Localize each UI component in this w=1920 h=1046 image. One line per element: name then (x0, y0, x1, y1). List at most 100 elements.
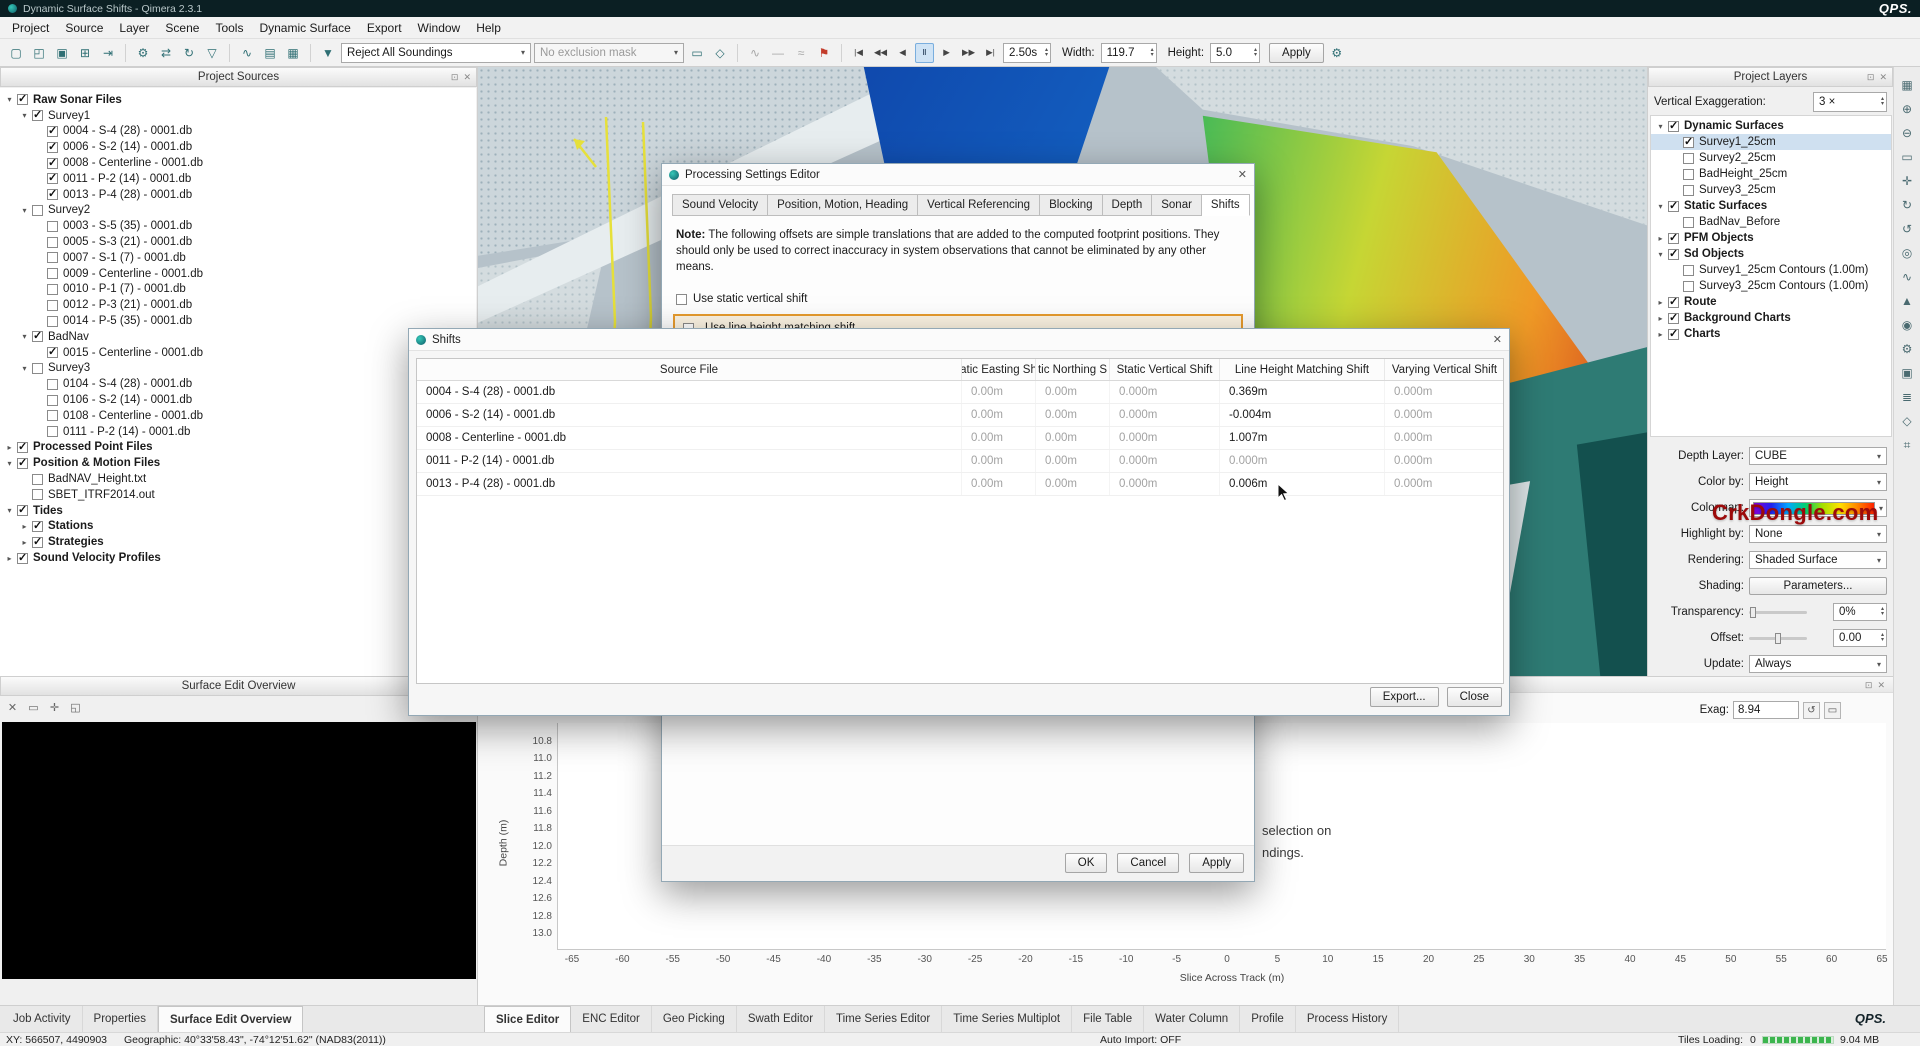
tab-position-motion-heading[interactable]: Position, Motion, Heading (768, 194, 918, 216)
slider-knob[interactable] (1750, 607, 1756, 618)
checkbox[interactable] (1668, 329, 1679, 340)
source-item-sound-velocity-profiles[interactable]: ▸Sound Velocity Profiles (0, 550, 476, 566)
checkbox[interactable] (47, 284, 58, 295)
undock-panel-icon[interactable]: ⊡ (1865, 680, 1873, 691)
checkbox[interactable] (47, 300, 58, 311)
tab-sonar[interactable]: Sonar (1152, 194, 1202, 216)
apply-button[interactable]: Apply (1269, 43, 1324, 63)
source-item-tides[interactable]: ▾Tides (0, 503, 476, 519)
checkbox[interactable] (1683, 153, 1694, 164)
rendering-select[interactable]: Shaded Surface▾ (1749, 551, 1887, 569)
menu-layer[interactable]: Layer (111, 19, 157, 37)
spline-tool-icon[interactable]: ≈ (791, 43, 811, 63)
undock-panel-icon[interactable]: ⊡ (1867, 72, 1875, 82)
expander-icon[interactable]: ▸ (19, 538, 30, 547)
checkbox[interactable] (32, 363, 43, 374)
expander-icon[interactable]: ▸ (1655, 298, 1666, 307)
poly-select-icon[interactable]: ◇ (710, 43, 730, 63)
shifts-dialog-titlebar[interactable]: Shifts ✕ (409, 329, 1509, 351)
tab-slice-editor[interactable]: Slice Editor (484, 1006, 571, 1032)
close-panel-icon[interactable]: ✕ (1877, 680, 1885, 691)
layer-item-survey1-25cm[interactable]: Survey1_25cm (1651, 134, 1891, 150)
layer-item-survey1-25cm-contours-1-00m[interactable]: Survey1_25cm Contours (1.00m) (1651, 262, 1891, 278)
shifts-table-row[interactable]: 0008 - Centerline - 0001.db0.00m0.00m0.0… (417, 427, 1503, 450)
expander-icon[interactable]: ▸ (1655, 314, 1666, 323)
swath-display-icon[interactable]: ▤ (260, 43, 280, 63)
source-item-sbet-itrf2014-out[interactable]: SBET_ITRF2014.out (0, 487, 476, 503)
tab-vertical-referencing[interactable]: Vertical Referencing (918, 194, 1040, 216)
filter-soundings-icon[interactable]: ▽ (202, 43, 222, 63)
height-input[interactable]: 5.0▴▾ (1210, 43, 1260, 63)
source-item-0104-s-4-28-0001-db[interactable]: 0104 - S-4 (28) - 0001.db (0, 376, 476, 392)
fast-forward-button[interactable]: ▶▶ (959, 43, 978, 63)
ok-button[interactable]: OK (1065, 853, 1108, 873)
source-item-0005-s-3-21-0001-db[interactable]: 0005 - S-3 (21) - 0001.db (0, 234, 476, 250)
update-select[interactable]: Always▾ (1749, 655, 1887, 673)
menu-help[interactable]: Help (468, 19, 509, 37)
checkbox[interactable] (47, 268, 58, 279)
checkbox[interactable] (47, 189, 58, 200)
column-header-tic-northing-s[interactable]: tic Northing S (1036, 359, 1110, 380)
checkbox[interactable] (32, 521, 43, 532)
grid-view-icon[interactable]: ▦ (1897, 75, 1917, 95)
spinner-arrows-icon[interactable]: ▴▾ (1042, 48, 1048, 58)
tab-surface-edit-overview[interactable]: Surface Edit Overview (158, 1006, 303, 1032)
menu-project[interactable]: Project (4, 19, 57, 37)
vertical-exaggeration-input[interactable]: 3 ×▴▾ (1813, 92, 1887, 112)
source-item-badnav[interactable]: ▾BadNav (0, 329, 476, 345)
playback-interval-input[interactable]: 2.50s▴▾ (1003, 43, 1051, 63)
undock-panel-icon[interactable]: ⊡ (451, 72, 459, 82)
shifts-table-row[interactable]: 0004 - S-4 (28) - 0001.db0.00m0.00m0.000… (417, 381, 1503, 404)
layer-item-sd-objects[interactable]: ▾Sd Objects (1651, 246, 1891, 262)
source-item-0010-p-1-7-0001-db[interactable]: 0010 - P-1 (7) - 0001.db (0, 282, 476, 298)
checkbox[interactable] (47, 142, 58, 153)
source-item-0111-p-2-14-0001-db[interactable]: 0111 - P-2 (14) - 0001.db (0, 424, 476, 440)
checkbox[interactable] (1683, 137, 1694, 148)
slider-knob[interactable] (1775, 633, 1781, 644)
checkbox[interactable] (17, 458, 28, 469)
spinner-arrows-icon[interactable]: ▴▾ (1148, 48, 1154, 58)
source-item-0108-centerline-0001-db[interactable]: 0108 - Centerline - 0001.db (0, 408, 476, 424)
tab-time-series-multiplot[interactable]: Time Series Multiplot (942, 1006, 1072, 1032)
layer-item-survey3-25cm-contours-1-00m[interactable]: Survey3_25cm Contours (1.00m) (1651, 278, 1891, 294)
tab-sound-velocity[interactable]: Sound Velocity (672, 194, 768, 216)
menu-tools[interactable]: Tools (207, 19, 251, 37)
flat-tool-icon[interactable]: — (768, 43, 788, 63)
checkbox[interactable] (47, 316, 58, 327)
transparency-slider[interactable] (1749, 611, 1807, 614)
source-item-survey3[interactable]: ▾Survey3 (0, 361, 476, 377)
pause-button[interactable]: Ⅱ (915, 43, 934, 63)
export-data-icon[interactable]: ⇥ (98, 43, 118, 63)
expander-icon[interactable]: ▾ (19, 206, 30, 215)
tab-blocking[interactable]: Blocking (1040, 194, 1102, 216)
checkbox[interactable] (47, 426, 58, 437)
source-item-badnav-height-txt[interactable]: BadNAV_Height.txt (0, 471, 476, 487)
source-item-position-motion-files[interactable]: ▾Position & Motion Files (0, 455, 476, 471)
source-item-0009-centerline-0001-db[interactable]: 0009 - Centerline - 0001.db (0, 266, 476, 282)
expander-icon[interactable]: ▸ (1655, 234, 1666, 243)
expander-icon[interactable]: ▸ (4, 443, 15, 452)
expander-icon[interactable]: ▾ (19, 332, 30, 341)
source-item-0003-s-5-35-0001-db[interactable]: 0003 - S-5 (35) - 0001.db (0, 218, 476, 234)
static-vertical-shift-row[interactable]: Use static vertical shift (676, 293, 807, 305)
checkbox[interactable] (1668, 233, 1679, 244)
highlight-by-select[interactable]: None▾ (1749, 525, 1887, 543)
tab-swath-editor[interactable]: Swath Editor (737, 1006, 825, 1032)
export-button[interactable]: Export... (1370, 687, 1439, 707)
close-button[interactable]: Close (1447, 687, 1502, 707)
tab-depth[interactable]: Depth (1103, 194, 1153, 216)
sound-velocity-icon[interactable]: ∿ (237, 43, 257, 63)
source-item-0011-p-2-14-0001-db[interactable]: 0011 - P-2 (14) - 0001.db (0, 171, 476, 187)
cancel-button[interactable]: Cancel (1117, 853, 1179, 873)
checkbox[interactable] (47, 410, 58, 421)
close-icon[interactable]: ✕ (1493, 333, 1502, 346)
expander-icon[interactable]: ▾ (19, 364, 30, 373)
zoom-in-icon[interactable]: ⊕ (1897, 99, 1917, 119)
source-item-0106-s-2-14-0001-db[interactable]: 0106 - S-2 (14) - 0001.db (0, 392, 476, 408)
step-back-button[interactable]: ◀ (893, 43, 912, 63)
exclusion-mask-select[interactable]: No exclusion mask▾ (534, 43, 684, 63)
checkbox[interactable] (32, 331, 43, 342)
expander-icon[interactable]: ▸ (4, 554, 15, 563)
depth-layer-select[interactable]: CUBE▾ (1749, 447, 1887, 465)
checkbox[interactable] (32, 474, 43, 485)
